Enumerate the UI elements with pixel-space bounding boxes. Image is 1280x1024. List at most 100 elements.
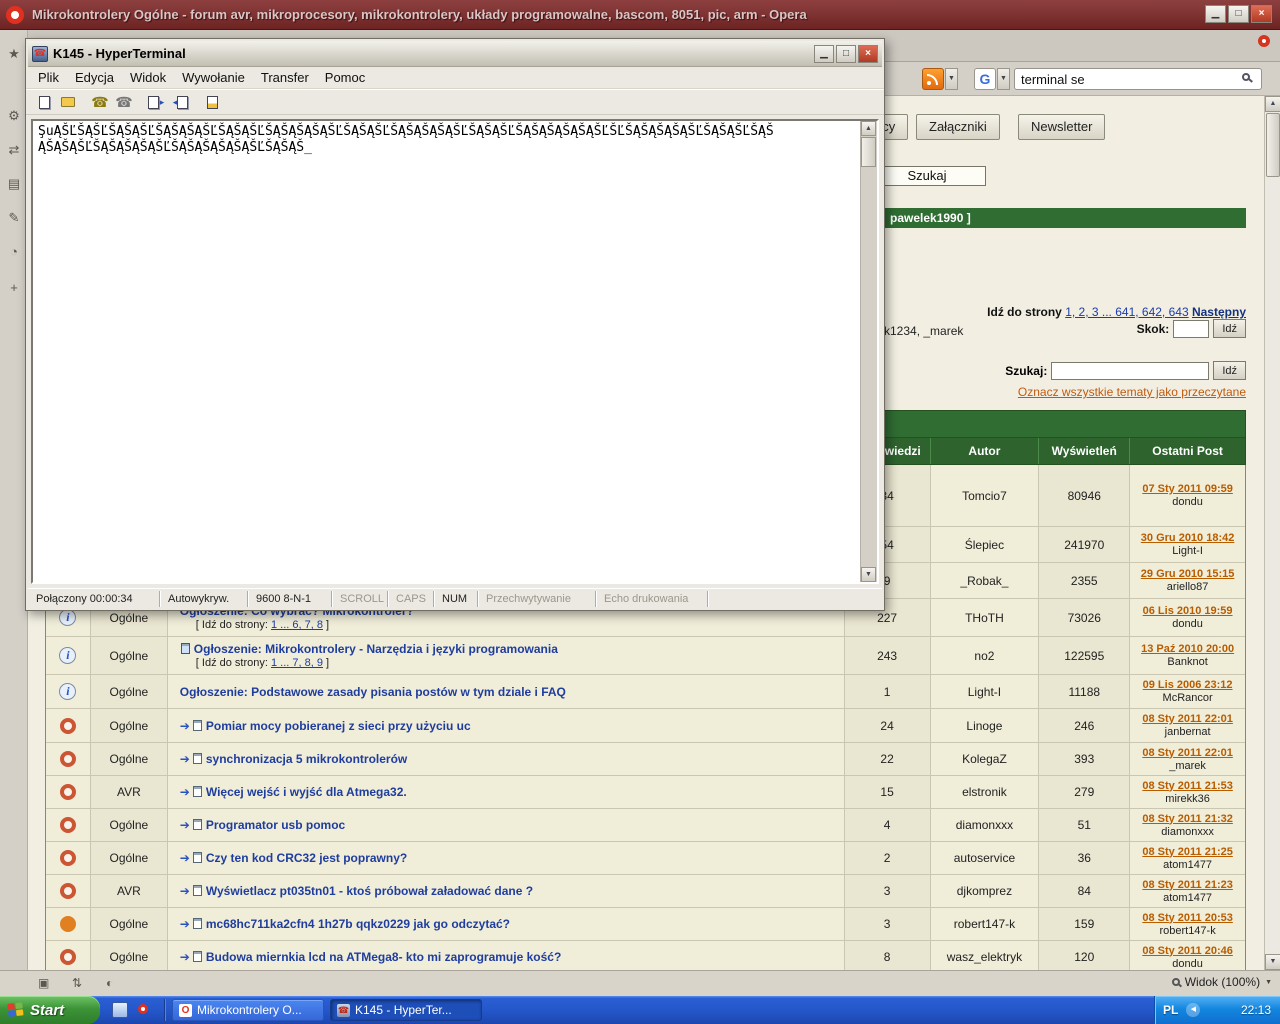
last-post-author[interactable]: McRancor bbox=[1163, 692, 1213, 704]
author-name[interactable]: KolegaZ bbox=[962, 752, 1007, 766]
jump-input[interactable] bbox=[1173, 319, 1210, 338]
opera-logo-icon[interactable] bbox=[6, 5, 24, 24]
author-name[interactable]: djkomprez bbox=[957, 884, 1012, 898]
start-button[interactable]: Start bbox=[0, 996, 100, 1024]
last-post-author[interactable]: diamonxxx bbox=[1161, 826, 1214, 838]
topic-title-link[interactable]: mc68hc711ka2cfn4 1h27b qqkz0229 jak go o… bbox=[206, 917, 510, 931]
tab-zalaczniki[interactable]: Załączniki bbox=[916, 114, 1000, 140]
forum-name[interactable]: Ogólne bbox=[110, 752, 149, 766]
google-icon[interactable]: G bbox=[974, 68, 996, 90]
last-post-author[interactable]: robert147-k bbox=[1159, 925, 1215, 937]
last-post-date-link[interactable]: 08 Sty 2011 21:53 bbox=[1142, 780, 1233, 792]
forum-name[interactable]: Ogólne bbox=[110, 611, 149, 625]
hyperterminal-titlebar[interactable]: ☎ K145 - HyperTerminal ▁ □ × bbox=[28, 41, 882, 67]
last-post-date-link[interactable]: 08 Sty 2011 21:32 bbox=[1142, 813, 1233, 825]
scroll-down-icon[interactable]: ▼ bbox=[1265, 954, 1280, 970]
goto-last-post-icon[interactable]: ➔ bbox=[180, 917, 190, 931]
author-name[interactable]: Ślepiec bbox=[965, 538, 1004, 552]
goto-last-post-icon[interactable]: ➔ bbox=[180, 818, 190, 832]
widgets-icon[interactable]: ⚙ bbox=[0, 108, 28, 124]
terminal-area[interactable]: ŞuĄŠĽŠĄŠĽŠĄŠĄŠĽŠĄŠĄŠĄŠĽŠĄŠĄŠĽŠĄŠĄŠĄŠĄŠĽŠ… bbox=[31, 119, 879, 584]
goto-last-post-icon[interactable]: ➔ bbox=[180, 884, 190, 898]
last-post-author[interactable]: Banknot bbox=[1167, 656, 1207, 668]
language-indicator[interactable]: PL bbox=[1163, 1003, 1178, 1017]
taskbar-button-opera[interactable]: O Mikrokontrolery O... bbox=[172, 999, 324, 1021]
properties-icon[interactable] bbox=[200, 91, 224, 113]
clock[interactable]: 22:13 bbox=[1241, 1003, 1271, 1017]
last-post-date-link[interactable]: 08 Sty 2011 20:46 bbox=[1142, 945, 1233, 957]
forum-name[interactable]: Ogólne bbox=[110, 818, 149, 832]
jump-go-button[interactable]: Idź bbox=[1213, 319, 1246, 338]
forum-name[interactable]: Ogólne bbox=[110, 851, 149, 865]
goto-last-post-icon[interactable]: ➔ bbox=[180, 950, 190, 964]
last-post-date-link[interactable]: 08 Sty 2011 22:01 bbox=[1142, 747, 1233, 759]
pagination-next[interactable]: Następny bbox=[1192, 305, 1246, 319]
transfers-icon[interactable]: ⇄ bbox=[0, 142, 28, 158]
search-go-button[interactable]: Idź bbox=[1213, 361, 1246, 380]
terminal-scroll-down-icon[interactable]: ▼ bbox=[861, 567, 876, 582]
forum-name[interactable]: Ogólne bbox=[110, 649, 149, 663]
forum-search-button[interactable]: Szukaj bbox=[868, 166, 986, 186]
menu-transfer[interactable]: Transfer bbox=[253, 68, 317, 87]
forum-name[interactable]: Ogólne bbox=[110, 917, 149, 931]
search-engine-dropdown-arrow-icon[interactable]: ▼ bbox=[997, 68, 1010, 90]
last-post-author[interactable]: dondu bbox=[1172, 958, 1203, 970]
open-icon[interactable] bbox=[56, 91, 80, 113]
last-post-author[interactable]: janbernat bbox=[1165, 726, 1211, 738]
rss-icon[interactable] bbox=[922, 68, 944, 90]
terminal-scrollbar[interactable]: ▲ ▼ bbox=[860, 121, 877, 582]
last-post-date-link[interactable]: 08 Sty 2011 22:01 bbox=[1142, 713, 1233, 725]
ht-maximize-button[interactable]: □ bbox=[836, 44, 856, 63]
last-post-author[interactable]: mirekk36 bbox=[1165, 793, 1210, 805]
search-icon[interactable] bbox=[1242, 73, 1250, 81]
taskbar-button-hyperterminal[interactable]: ☎ K145 - HyperTer... bbox=[330, 999, 482, 1021]
terminal-text[interactable]: ŞuĄŠĽŠĄŠĽŠĄŠĄŠĽŠĄŠĄŠĄŠĽŠĄŠĄŠĽŠĄŠĄŠĄŠĄŠĽŠ… bbox=[33, 121, 860, 582]
author-name[interactable]: _Robak_ bbox=[960, 574, 1008, 588]
menu-plik[interactable]: Plik bbox=[30, 68, 67, 87]
bookmarks-icon[interactable]: ★ bbox=[0, 46, 28, 62]
last-post-date-link[interactable]: 13 Paź 2010 20:00 bbox=[1141, 643, 1234, 655]
tools-icon[interactable]: ✎ bbox=[0, 210, 28, 226]
maximize-button[interactable]: □ bbox=[1228, 5, 1249, 23]
topic-title-link[interactable]: Czy ten kod CRC32 jest poprawny? bbox=[206, 851, 407, 865]
last-post-author[interactable]: dondu bbox=[1172, 618, 1203, 630]
last-post-date-link[interactable]: 30 Gru 2010 18:42 bbox=[1141, 532, 1235, 544]
ht-close-button[interactable]: × bbox=[858, 44, 878, 63]
author-name[interactable]: Tomcio7 bbox=[962, 489, 1007, 503]
receive-file-icon[interactable]: ◂ bbox=[168, 91, 192, 113]
notes-icon[interactable]: ▤ bbox=[0, 176, 28, 192]
send-file-icon[interactable]: ▸ bbox=[144, 91, 168, 113]
opera-turbo-icon[interactable]: ◐ bbox=[106, 976, 113, 990]
last-post-date-link[interactable]: 29 Gru 2010 15:15 bbox=[1141, 568, 1235, 580]
opera-link-icon[interactable]: ⇅ bbox=[72, 976, 82, 990]
last-post-author[interactable]: _marek bbox=[1169, 760, 1206, 772]
topic-pagination[interactable]: [ Idź do strony: 1 ... 6, 7, 8 ] bbox=[196, 619, 329, 631]
author-name[interactable]: Light-I bbox=[968, 685, 1001, 699]
last-post-date-link[interactable]: 07 Sty 2011 09:59 bbox=[1142, 483, 1233, 495]
last-post-author[interactable]: Light-I bbox=[1172, 545, 1203, 557]
last-post-author[interactable]: atom1477 bbox=[1163, 892, 1212, 904]
disconnect-icon[interactable]: ☎ bbox=[112, 91, 136, 113]
show-desktop-icon[interactable] bbox=[112, 1002, 128, 1018]
pagination-pages[interactable]: 1, 2, 3 ... 641, 642, 643 bbox=[1065, 305, 1188, 319]
forum-name[interactable]: Ogólne bbox=[110, 719, 149, 733]
menu-pomoc[interactable]: Pomoc bbox=[317, 68, 373, 87]
forum-name[interactable]: Ogólne bbox=[110, 950, 149, 964]
zoom-control[interactable]: Widok (100%) ▼ bbox=[1171, 975, 1272, 989]
tray-chevron-icon[interactable]: ◀ bbox=[1186, 1003, 1201, 1017]
last-post-author[interactable]: atom1477 bbox=[1163, 859, 1212, 871]
add-panel-icon[interactable]: + bbox=[0, 280, 28, 295]
tab-newsletter[interactable]: Newsletter bbox=[1018, 114, 1106, 140]
goto-last-post-icon[interactable]: ➔ bbox=[180, 752, 190, 766]
goto-last-post-icon[interactable]: ➔ bbox=[180, 785, 190, 799]
topic-title-link[interactable]: Więcej wejść i wyjść dla Atmega32. bbox=[206, 785, 407, 799]
topic-title-link[interactable]: Wyświetlacz pt035tn01 - ktoś próbował za… bbox=[206, 884, 533, 898]
mark-all-read-link[interactable]: Oznacz wszystkie tematy jako przeczytane bbox=[1018, 385, 1246, 399]
search-input[interactable] bbox=[1014, 68, 1262, 90]
last-post-date-link[interactable]: 08 Sty 2011 20:53 bbox=[1142, 912, 1233, 924]
panels-toggle-icon[interactable]: ▣ bbox=[38, 976, 49, 990]
topic-title-link[interactable]: synchronizacja 5 mikrokontrolerów bbox=[206, 752, 407, 766]
topic-title-link[interactable]: Budowa miernkia lcd na ATMega8- kto mi z… bbox=[206, 950, 561, 964]
topic-pagination[interactable]: [ Idź do strony: 1 ... 7, 8, 9 ] bbox=[196, 657, 329, 669]
forum-name[interactable]: AVR bbox=[117, 785, 141, 799]
